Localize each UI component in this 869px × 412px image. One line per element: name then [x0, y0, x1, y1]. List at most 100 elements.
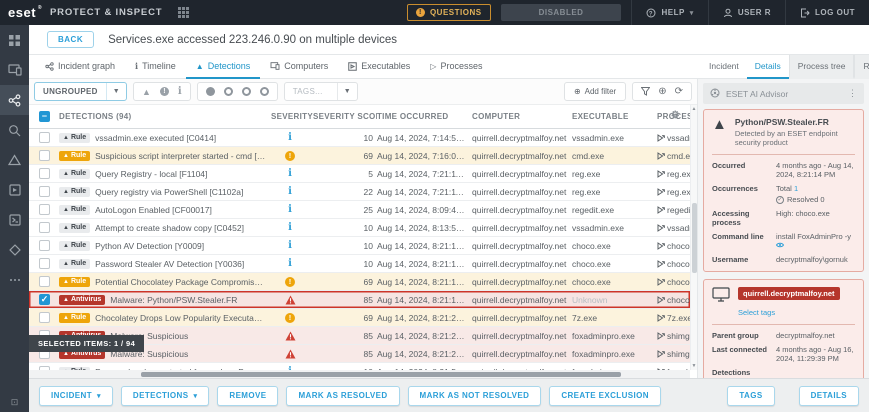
table-row[interactable]: ▲RulePotential Chocolatey Package Compro… — [29, 273, 690, 291]
sidebar-item-dashboard[interactable] — [0, 25, 29, 55]
collapse-sidebar-icon[interactable]: ⊡ — [0, 397, 29, 408]
funnel-icon[interactable] — [641, 87, 650, 96]
scrollbar-thumb[interactable] — [141, 372, 621, 377]
table-row[interactable]: ▲RuleAttempt to create shadow copy [C045… — [29, 219, 690, 237]
table-row[interactable]: ▲RuleSuspicious script interpreter start… — [29, 147, 690, 165]
info-filter-icon[interactable]: i — [178, 86, 182, 97]
table-row[interactable]: ▲RulePassword Stealer AV Detection [Y003… — [29, 255, 690, 273]
computer-name-badge[interactable]: quirrell.decryptmalfoy.net — [738, 287, 840, 300]
user-menu[interactable]: USER R — [708, 0, 785, 25]
panel-tab-process-tree[interactable]: Process tree — [789, 55, 855, 79]
tags-filter-select[interactable]: TAGS... ▼ — [284, 82, 358, 101]
row-checkbox[interactable] — [39, 150, 50, 161]
tab-detections[interactable]: ▲Detections — [186, 55, 260, 79]
detections-table-rows: ▲Rulevssadmin.exe executed [C0414]i10Aug… — [29, 129, 690, 370]
eye-icon[interactable] — [776, 241, 784, 250]
accessing-process-link[interactable]: High: choco.exe — [776, 209, 830, 227]
filter-actions-group: ⊕ ⟳ — [632, 82, 692, 101]
incident-button[interactable]: INCIDENT ▾ — [39, 386, 113, 406]
row-checkbox[interactable] — [39, 276, 50, 287]
tab-processes[interactable]: ▷Processes — [420, 55, 492, 79]
status-dot-icon[interactable] — [206, 87, 215, 96]
column-header-detections[interactable]: DETECTIONS (94) — [59, 112, 271, 121]
tab-computers[interactable]: Computers — [260, 55, 338, 79]
row-checkbox[interactable] — [39, 312, 50, 323]
sidebar-item-incident-graph[interactable] — [0, 85, 29, 115]
add-filter-button[interactable]: ⊕ Add filter — [564, 82, 626, 101]
warning-filter-icon[interactable]: ! — [160, 87, 169, 96]
details-button[interactable]: DETAILS — [799, 386, 859, 406]
executable-cell: reg.exe — [572, 169, 657, 179]
tags-button[interactable]: TAGS — [727, 386, 774, 406]
row-checkbox[interactable]: ✓ — [39, 294, 50, 305]
column-header-severity-score[interactable]: SEVERITY SCORE — [313, 112, 377, 121]
grouping-select[interactable]: UNGROUPED ▼ — [34, 82, 127, 101]
refresh-icon[interactable]: ⟳ — [675, 86, 683, 97]
row-checkbox[interactable] — [39, 240, 50, 251]
sidebar-item-computers[interactable] — [0, 55, 29, 85]
tab-executables[interactable]: Executables — [338, 55, 420, 79]
eset-logo[interactable]: eset® — [8, 5, 36, 20]
sidebar-item-executables[interactable] — [0, 175, 29, 205]
scrollbar-thumb[interactable] — [692, 203, 697, 273]
column-header-severity[interactable]: SEVERITY — [271, 112, 313, 121]
badge-label: Rule — [71, 152, 86, 159]
ai-advisor-bar[interactable]: ESET AI Advisor ⋮ — [703, 83, 864, 104]
sidebar-item-scripts[interactable] — [0, 205, 29, 235]
column-header-time-occurred[interactable]: TIME OCCURRED — [377, 112, 472, 121]
table-row[interactable]: ▲Rulevssadmin.exe executed [C0414]i10Aug… — [29, 129, 690, 147]
table-row[interactable]: ▲RuleChocolatey Drops Low Popularity Exe… — [29, 309, 690, 327]
occurrences-total-link[interactable]: 1 — [794, 184, 798, 193]
row-checkbox[interactable] — [39, 222, 50, 233]
severity-cell — [271, 295, 313, 305]
row-checkbox[interactable] — [39, 132, 50, 143]
table-row[interactable]: ▲RuleQuery Registry - local [F1104]i5Aug… — [29, 165, 690, 183]
table-row[interactable]: ▲RuleAutoLogon Enabled [CF00017]i25Aug 1… — [29, 201, 690, 219]
sidebar-item-detections[interactable] — [0, 145, 29, 175]
tab-incident-graph[interactable]: Incident graph — [35, 55, 125, 79]
column-header-computer[interactable]: COMPUTER — [472, 112, 572, 121]
disabled-button[interactable]: DISABLED — [501, 4, 622, 21]
row-checkbox[interactable] — [39, 258, 50, 269]
logout-button[interactable]: LOG OUT — [785, 0, 869, 25]
questions-button[interactable]: ! QUESTIONS — [407, 4, 491, 21]
mark-as-not-resolved-button[interactable]: MARK AS NOT RESOLVED — [408, 386, 542, 406]
status-dot-icon[interactable] — [260, 87, 269, 96]
column-header-executable[interactable]: EXECUTABLE — [572, 112, 657, 121]
scroll-up-icon[interactable]: ▲ — [692, 106, 697, 112]
help-icon: ? — [646, 8, 656, 18]
status-dot-icon[interactable] — [242, 87, 251, 96]
panel-tab-incident[interactable]: Incident — [701, 55, 747, 79]
sidebar-item-questions[interactable] — [0, 235, 29, 265]
kebab-menu-icon[interactable]: ⋮ — [848, 88, 857, 99]
horizontal-scrollbar[interactable] — [29, 370, 690, 378]
row-checkbox[interactable] — [39, 204, 50, 215]
create-exclusion-button[interactable]: CREATE EXCLUSION — [549, 386, 661, 406]
sidebar-item-more[interactable] — [0, 265, 29, 295]
remove-button[interactable]: REMOVE — [217, 386, 278, 406]
mark-as-resolved-button[interactable]: MARK AS RESOLVED — [286, 386, 399, 406]
app-launcher-icon[interactable] — [178, 7, 189, 18]
table-row[interactable]: ▲RuleQuery registry via PowerShell [C110… — [29, 183, 690, 201]
column-settings-gear-icon[interactable]: ⚙ — [671, 110, 680, 121]
row-checkbox[interactable] — [39, 186, 50, 197]
help-menu[interactable]: ? HELP▾ — [631, 0, 707, 25]
row-checkbox[interactable] — [39, 168, 50, 179]
select-all-checkbox[interactable]: − — [39, 111, 50, 122]
panel-tab-related-objects[interactable]: Related objects — [854, 55, 869, 79]
plus-circle-icon[interactable]: ⊕ — [658, 86, 666, 97]
panel-tab-details[interactable]: Details — [747, 55, 789, 79]
detections-button[interactable]: DETECTIONS ▾ — [121, 386, 209, 406]
status-dot-icon[interactable] — [224, 87, 233, 96]
back-button[interactable]: BACK — [47, 31, 94, 48]
scroll-down-icon[interactable]: ▼ — [692, 363, 697, 369]
tab-timeline[interactable]: iTimeline — [125, 55, 186, 79]
detection-type-badge: ▲Rule — [59, 241, 90, 251]
table-row[interactable]: ▲RuleProcess has been started from a Low… — [29, 363, 690, 370]
threat-filter-icon[interactable]: ▲ — [142, 87, 151, 97]
table-row[interactable]: ✓▲AntivirusMalware: Python/PSW.Stealer.F… — [29, 291, 690, 309]
select-tags-link[interactable]: Select tags — [738, 308, 840, 317]
table-row[interactable]: ▲RulePython AV Detection [Y0009]i10Aug 1… — [29, 237, 690, 255]
sidebar-item-search[interactable] — [0, 115, 29, 145]
vertical-scrollbar[interactable]: ▲ ▼ — [690, 105, 697, 370]
